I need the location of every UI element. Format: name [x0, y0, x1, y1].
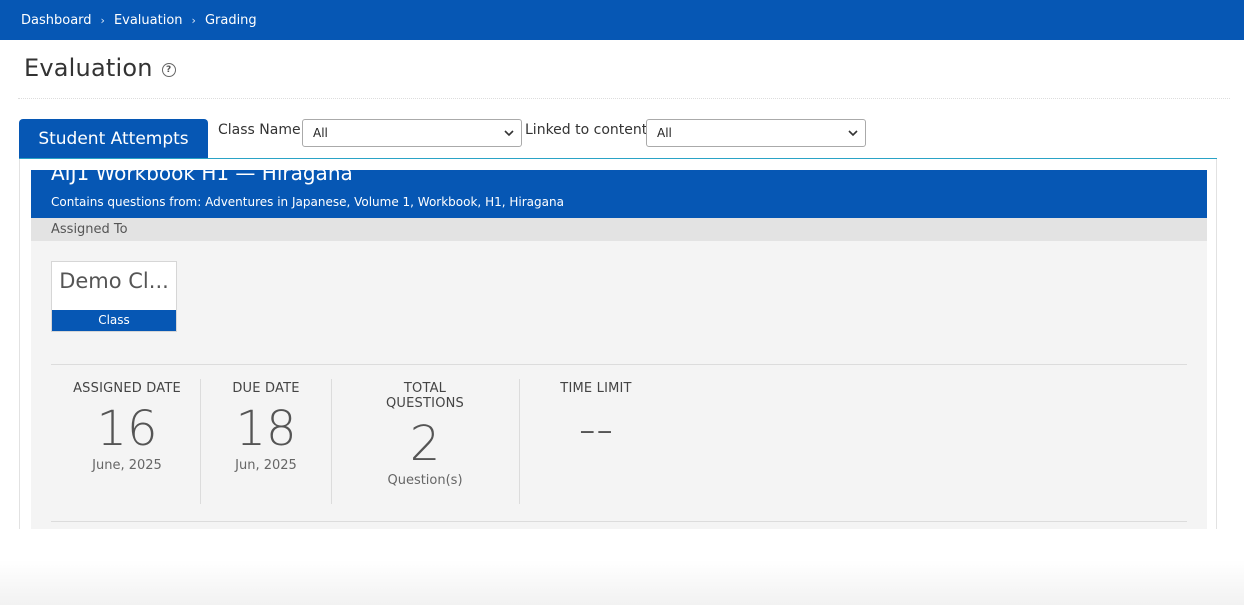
stat-sub: June, 2025 — [92, 458, 162, 473]
stat-divider — [519, 379, 520, 504]
breadcrumb: Dashboard › Evaluation › Grading — [0, 0, 1244, 40]
stat-sub: Question(s) — [387, 473, 463, 488]
breadcrumb-grading[interactable]: Grading — [205, 13, 257, 28]
stats-divider-top — [51, 364, 1187, 365]
help-icon[interactable]: ? — [161, 63, 176, 77]
breadcrumb-evaluation[interactable]: Evaluation — [114, 13, 183, 28]
header-divider — [18, 98, 1230, 99]
stat-value: 16 — [96, 401, 158, 457]
stat-sub: Jun, 2025 — [235, 458, 297, 473]
stats-divider-bottom — [51, 521, 1187, 522]
stat-value: -- — [578, 401, 614, 457]
assignment-card: AIJ1 Workbook H1 — Hiragana Contains que… — [19, 159, 1217, 529]
assigned-to-label: Assigned To — [31, 218, 1207, 241]
chevron-right-icon: › — [100, 13, 105, 27]
stat-divider — [331, 379, 332, 504]
stat-assigned-date: ASSIGNED DATE 16 June, 2025 — [71, 381, 183, 473]
class-name-select-value: All — [313, 126, 328, 140]
assignment-title[interactable]: AIJ1 Workbook H1 — Hiragana — [51, 170, 353, 185]
chevron-down-icon — [504, 130, 514, 137]
assignment-header: AIJ1 Workbook H1 — Hiragana Contains que… — [31, 170, 1207, 218]
stat-divider — [200, 379, 201, 504]
class-name-label: Class Name — [218, 122, 301, 138]
linked-content-select-value: All — [657, 126, 672, 140]
chevron-down-icon — [848, 130, 858, 137]
footer-shadow — [0, 560, 1244, 605]
assignment-subtitle: Contains questions from: Adventures in J… — [51, 195, 564, 209]
stat-value: 2 — [409, 416, 441, 472]
linked-content-select[interactable]: All — [646, 119, 866, 147]
stat-label: DUE DATE — [232, 381, 300, 396]
stat-time-limit: TIME LIMIT -- — [551, 381, 641, 456]
linked-content-label: Linked to content — [525, 122, 648, 138]
stat-label: ASSIGNED DATE — [73, 381, 181, 396]
tab-student-attempts[interactable]: Student Attempts — [19, 119, 208, 159]
class-tile-name: Demo Cl... — [59, 269, 169, 293]
class-name-select[interactable]: All — [302, 119, 522, 147]
class-tile-tag: Class — [52, 310, 176, 331]
stat-value: 18 — [235, 401, 297, 457]
breadcrumb-dashboard[interactable]: Dashboard — [21, 13, 92, 28]
chevron-right-icon: › — [191, 13, 196, 27]
stat-label: TOTAL QUESTIONS — [386, 381, 464, 411]
page-title: Evaluation — [24, 54, 153, 82]
stat-total-questions: TOTAL QUESTIONS 2 Question(s) — [365, 381, 485, 488]
class-tile[interactable]: Demo Cl... Class — [51, 261, 177, 332]
assignment-body: Assigned To Demo Cl... Class ASSIGNED DA… — [31, 218, 1207, 529]
page-header: Evaluation ? — [24, 54, 176, 82]
stat-label: TIME LIMIT — [560, 381, 632, 396]
stat-due-date: DUE DATE 18 Jun, 2025 — [221, 381, 311, 473]
